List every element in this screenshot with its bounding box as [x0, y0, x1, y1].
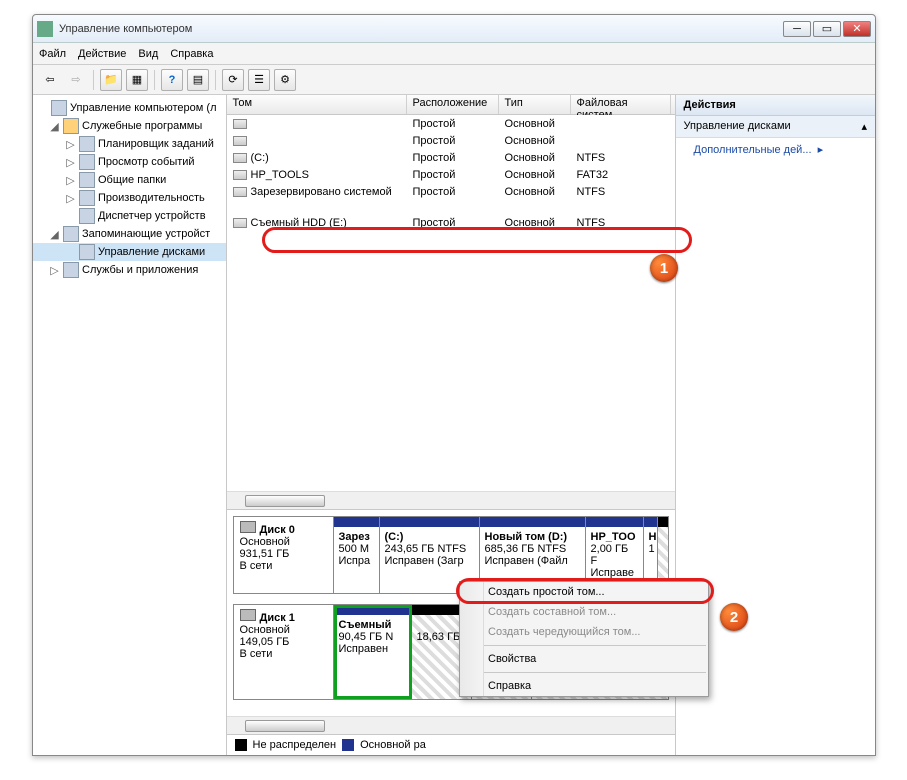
- back-button[interactable]: ⇦: [39, 69, 61, 91]
- volume-header[interactable]: Том Расположение Тип Файловая систем: [227, 95, 675, 115]
- h-scrollbar[interactable]: [227, 491, 675, 509]
- disk0-part-reserved[interactable]: Зарез500 MИспра: [334, 517, 380, 593]
- volume-row[interactable]: Зарезервировано системойПростойОсновнойN…: [227, 183, 675, 200]
- nav-tree[interactable]: Управление компьютером (л ◢Служебные про…: [33, 95, 227, 755]
- minimize-button[interactable]: ─: [783, 21, 811, 37]
- titlebar[interactable]: Управление компьютером ─ ▭ ✕: [33, 15, 875, 43]
- disk1-label[interactable]: Диск 1 Основной149,05 ГБВ сети: [234, 605, 334, 699]
- h-scrollbar-2[interactable]: [227, 716, 675, 734]
- refresh-button[interactable]: ⟳: [222, 69, 244, 91]
- actions-header: Действия: [676, 95, 875, 116]
- legend-unalloc: Не распределен: [253, 739, 337, 751]
- up-button[interactable]: 📁: [100, 69, 122, 91]
- menu-help[interactable]: Справка: [170, 48, 213, 60]
- tree-system-tools[interactable]: Служебные программы: [82, 120, 202, 132]
- menu-action[interactable]: Действие: [78, 48, 126, 60]
- menu-bar: Файл Действие Вид Справка: [33, 43, 875, 65]
- menu-view[interactable]: Вид: [138, 48, 158, 60]
- volume-list[interactable]: ПростойОсновнойПростойОсновной(C:)Просто…: [227, 115, 675, 231]
- tree-storage[interactable]: Запоминающие устройст: [82, 228, 210, 240]
- forward-button[interactable]: ⇨: [65, 69, 87, 91]
- badge-1: 1: [650, 254, 678, 282]
- context-menu: Создать простой том... Создать составной…: [459, 581, 709, 697]
- ctx-properties[interactable]: Свойства: [460, 649, 708, 669]
- list-button[interactable]: ☰: [248, 69, 270, 91]
- view-button[interactable]: ▤: [187, 69, 209, 91]
- menu-file[interactable]: Файл: [39, 48, 66, 60]
- tree-shared[interactable]: Общие папки: [98, 174, 166, 186]
- tree-services[interactable]: Службы и приложения: [82, 264, 198, 276]
- disk0-label[interactable]: Диск 0 Основной931,51 ГБВ сети: [234, 517, 334, 593]
- actions-more[interactable]: Дополнительные дей... ▸: [676, 138, 875, 161]
- volume-row[interactable]: HP_TOOLSПростойОсновнойFAT32: [227, 166, 675, 183]
- window-title: Управление компьютером: [59, 23, 783, 35]
- legend-primary: Основной ра: [360, 739, 426, 751]
- maximize-button[interactable]: ▭: [813, 21, 841, 37]
- tree-diskmgmt[interactable]: Управление дисками: [98, 246, 205, 258]
- ctx-help[interactable]: Справка: [460, 676, 708, 696]
- toolbar: ⇦ ⇨ 📁 ▦ ? ▤ ⟳ ☰ ⚙: [33, 65, 875, 95]
- col-layout[interactable]: Расположение: [407, 95, 499, 114]
- volume-row[interactable]: ПростойОсновной: [227, 115, 675, 132]
- disk-icon: [240, 609, 256, 621]
- ctx-create-simple[interactable]: Создать простой том...: [460, 582, 708, 602]
- actions-section[interactable]: Управление дисками▴: [676, 116, 875, 138]
- col-type[interactable]: Тип: [499, 95, 571, 114]
- badge-2: 2: [720, 603, 748, 631]
- volume-row[interactable]: (C:)ПростойОсновнойNTFS: [227, 149, 675, 166]
- help-button[interactable]: ?: [161, 69, 183, 91]
- legend: Не распределен Основной ра: [227, 734, 675, 755]
- tree-devmgr[interactable]: Диспетчер устройств: [98, 210, 206, 222]
- close-button[interactable]: ✕: [843, 21, 871, 37]
- ctx-create-spanned: Создать составной том...: [460, 602, 708, 622]
- app-window: Управление компьютером ─ ▭ ✕ Файл Действ…: [32, 14, 876, 756]
- volume-row[interactable]: Съемный HDD (E:)ПростойОсновнойNTFS: [227, 214, 675, 231]
- collapse-icon[interactable]: ▴: [861, 120, 867, 133]
- col-fs[interactable]: Файловая систем: [571, 95, 671, 114]
- ctx-create-striped: Создать чередующийся том...: [460, 622, 708, 642]
- col-volume[interactable]: Том: [227, 95, 407, 114]
- tree-eventviewer[interactable]: Просмотр событий: [98, 156, 195, 168]
- disk1-part-e[interactable]: Съемный90,45 ГБ NИсправен: [334, 605, 412, 699]
- volume-row[interactable]: ПростойОсновной: [227, 132, 675, 149]
- tree-root[interactable]: Управление компьютером (л: [70, 102, 217, 114]
- tree-perf[interactable]: Производительность: [98, 192, 205, 204]
- settings-button[interactable]: ⚙: [274, 69, 296, 91]
- disk-icon: [240, 521, 256, 533]
- tree-scheduler[interactable]: Планировщик заданий: [98, 138, 214, 150]
- props-button[interactable]: ▦: [126, 69, 148, 91]
- app-icon: [37, 21, 53, 37]
